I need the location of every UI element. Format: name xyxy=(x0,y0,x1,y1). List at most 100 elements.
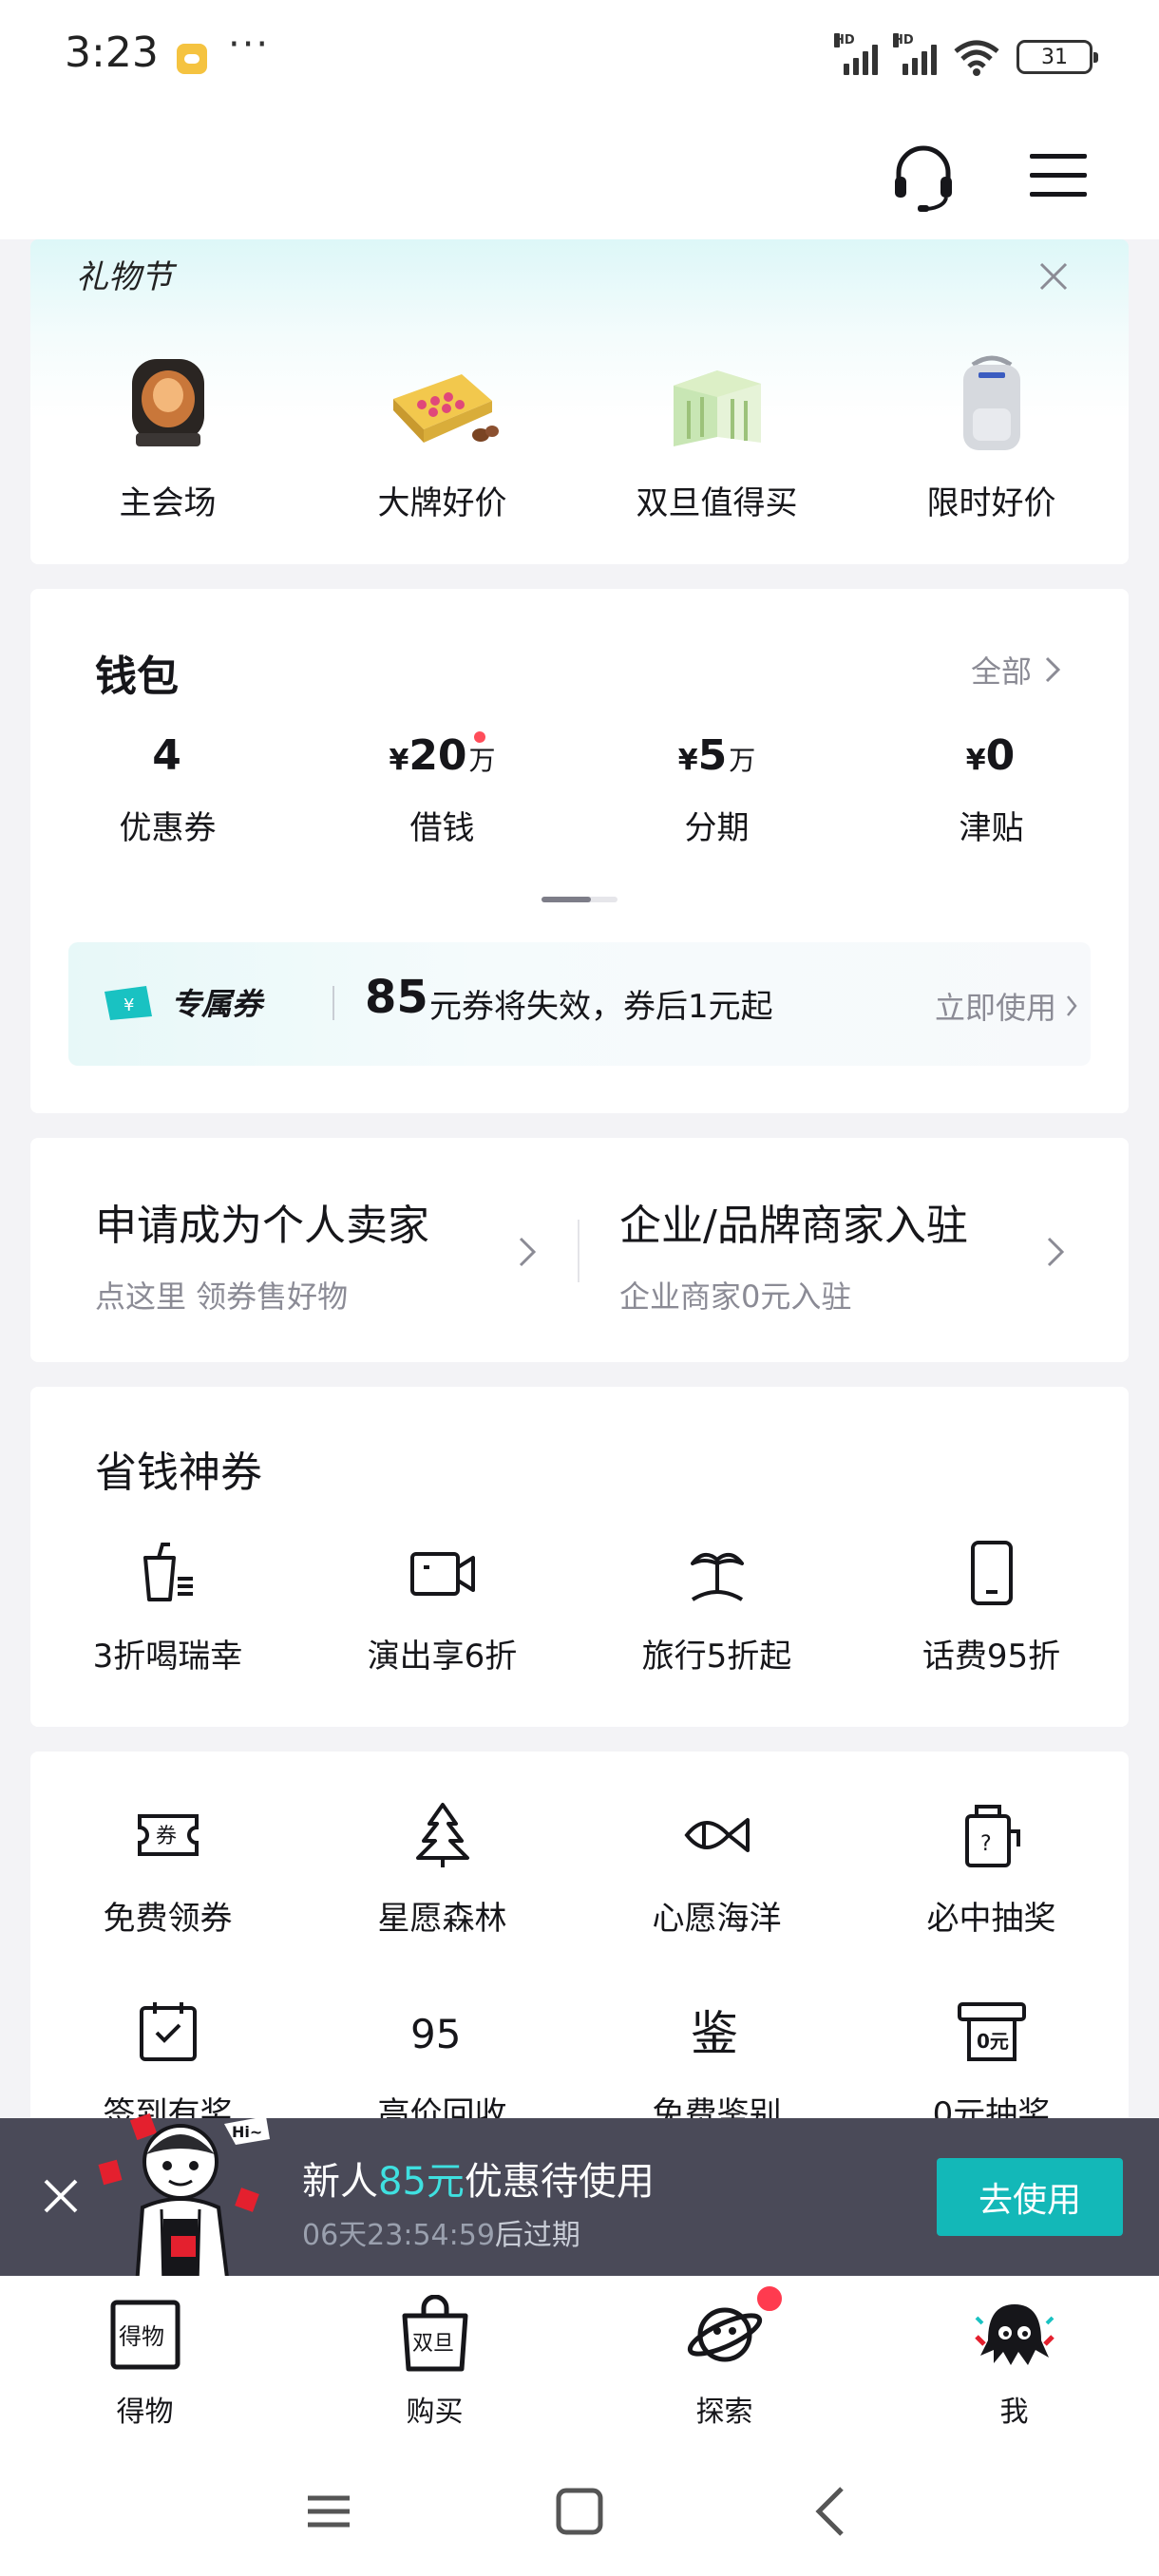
feature-item-recycle[interactable]: 95 高价回收 xyxy=(305,1995,580,2134)
recents-icon[interactable] xyxy=(300,2483,357,2540)
planet-icon xyxy=(687,2307,762,2362)
close-icon[interactable] xyxy=(42,2177,80,2215)
close-icon[interactable] xyxy=(1037,260,1070,293)
fish-icon xyxy=(683,1818,750,1852)
wallet-all-label: 全部 xyxy=(970,653,1032,690)
promo-title: 新人85元优惠待使用 xyxy=(302,2160,655,2204)
octopus-avatar-icon xyxy=(974,2304,1054,2365)
feature-item-appraise[interactable]: 鉴 免费鉴别 xyxy=(580,1995,854,2134)
system-nav-bar xyxy=(0,2449,1159,2576)
exclusive-coupon-bar[interactable]: ¥ 专属券 85 元券将失效，券后1元起 立即使用 xyxy=(68,942,1091,1066)
coupon-text: 元券将失效，券后1元起 xyxy=(429,988,773,1026)
menu-icon[interactable] xyxy=(1030,152,1087,199)
palm-tree-icon xyxy=(690,1552,744,1601)
tab-buy[interactable]: 双旦 购买 xyxy=(290,2276,580,2449)
wallet-stat-allowance[interactable]: ¥0 津贴 xyxy=(854,731,1129,848)
saver-label: 3折喝瑞幸 xyxy=(92,1638,243,1676)
saver-item-phone[interactable]: 话费95折 xyxy=(854,1537,1129,1676)
home-icon[interactable] xyxy=(551,2483,608,2540)
svg-text:得物: 得物 xyxy=(119,2323,164,2350)
wallet-stat-installment[interactable]: ¥5 万 分期 xyxy=(580,731,854,848)
video-camera-icon xyxy=(409,1552,475,1596)
promo-countdown: 06天23:54:59后过期 xyxy=(302,2219,580,2252)
stat-value: 0 xyxy=(985,731,1016,780)
feature-label: 心愿海洋 xyxy=(652,1900,782,1938)
festival-item-label: 大牌好价 xyxy=(377,484,507,522)
notification-dot xyxy=(754,2283,785,2314)
festival-title: 礼物节 xyxy=(76,258,173,296)
ticket-icon: 券 xyxy=(137,1814,199,1856)
tab-label: 购买 xyxy=(406,2396,464,2429)
seller-subtitle: 企业商家0元入驻 xyxy=(619,1279,852,1315)
wifi-icon xyxy=(954,40,999,76)
tab-label: 探索 xyxy=(695,2396,753,2429)
calendar-check-icon xyxy=(139,2002,197,2061)
chevron-right-icon xyxy=(1045,656,1060,683)
stat-value: 20 xyxy=(408,731,467,780)
mystery-box-icon: ? xyxy=(964,1805,1020,1867)
festival-item-brands[interactable]: 大牌好价 xyxy=(305,351,580,523)
feature-item-free-draw[interactable]: 0元 0元抽奖 xyxy=(854,1995,1129,2134)
feature-item-free-coupon[interactable]: 券 免费领券 xyxy=(30,1799,305,1939)
svg-text:?: ? xyxy=(980,1832,992,1856)
feature-item-lucky-draw[interactable]: ? 必中抽奖 xyxy=(854,1799,1129,1939)
tab-label: 我 xyxy=(999,2396,1029,2429)
saver-item-coffee[interactable]: 3折喝瑞幸 xyxy=(30,1537,305,1676)
seller-subtitle: 点这里 领券售好物 xyxy=(95,1279,349,1315)
festival-item-label: 限时好价 xyxy=(926,484,1056,522)
chevron-right-icon xyxy=(1047,1237,1064,1267)
backpack-icon xyxy=(962,355,1020,450)
recycle-95-icon: 95 xyxy=(410,2011,461,2057)
wallet-stat-coupons[interactable]: 4 优惠券 xyxy=(30,731,305,848)
stat-value: 4 xyxy=(152,731,181,780)
bottom-tab-bar: 得物 得物 双旦 购买 探索 我 xyxy=(0,2276,1159,2449)
divider xyxy=(332,986,334,1020)
stat-label: 津贴 xyxy=(959,809,1024,847)
tab-dewu[interactable]: 得物 得物 xyxy=(0,2276,290,2449)
svg-text:鉴: 鉴 xyxy=(691,2006,738,2061)
tab-label: 得物 xyxy=(116,2396,174,2429)
stat-label: 优惠券 xyxy=(119,809,217,847)
signal-icon: HD xyxy=(834,33,878,75)
festival-item-main[interactable]: 主会场 xyxy=(30,351,305,523)
tab-explore[interactable]: 探索 xyxy=(580,2276,869,2449)
svg-text:券: 券 xyxy=(156,1825,177,1848)
personal-seller-entry[interactable]: 申请成为个人卖家 点这里 领券售好物 xyxy=(95,1191,429,1316)
use-now-link[interactable]: 立即使用 xyxy=(935,984,1077,1028)
status-time: 3:23 xyxy=(65,28,159,77)
features-card: 券 免费领券 星愿森林 心愿海洋 ? 必中抽奖 签到有奖 95 高价回收 鉴 免… xyxy=(30,1752,1129,2150)
saver-item-travel[interactable]: 旅行5折起 xyxy=(580,1537,854,1676)
zero-yuan-icon: 0元 xyxy=(957,2002,1026,2061)
status-more: ··· xyxy=(228,23,271,66)
saver-label: 旅行5折起 xyxy=(641,1638,792,1676)
new-user-promo-banner[interactable]: Hi~ 新人85元优惠待使用 06天23:54:59后过期 去使用 xyxy=(0,2112,1159,2285)
festival-item-holiday[interactable]: 双旦值得买 xyxy=(580,351,854,523)
savings-coupons-card: 省钱神券 3折喝瑞幸 演出享6折 旅行5折起 话费95折 xyxy=(30,1387,1129,1727)
phone-icon xyxy=(970,1541,1013,1605)
battery-icon: 31 xyxy=(1016,40,1098,74)
wallet-stat-loan[interactable]: ¥20 万 借钱 xyxy=(305,731,580,848)
headset-icon[interactable] xyxy=(889,142,958,215)
saver-item-show[interactable]: 演出享6折 xyxy=(305,1537,580,1676)
wallet-all-link[interactable]: 全部 xyxy=(971,648,1060,691)
wallet-title: 钱包 xyxy=(95,653,179,701)
business-seller-entry[interactable]: 企业/品牌商家入驻 企业商家0元入驻 xyxy=(619,1191,968,1316)
use-coupon-button[interactable]: 去使用 xyxy=(937,2158,1123,2236)
message-app-icon xyxy=(177,44,207,74)
feature-item-wish-forest[interactable]: 星愿森林 xyxy=(305,1799,580,1939)
stat-label: 分期 xyxy=(684,809,750,847)
seller-title: 企业/品牌商家入驻 xyxy=(619,1202,968,1250)
festival-item-deals[interactable]: 限时好价 xyxy=(854,351,1129,523)
festival-item-label: 主会场 xyxy=(119,484,217,522)
feature-label: 星愿森林 xyxy=(377,1900,507,1938)
seller-card: 申请成为个人卖家 点这里 领券售好物 企业/品牌商家入驻 企业商家0元入驻 xyxy=(30,1138,1129,1362)
chevron-right-icon xyxy=(1067,995,1077,1016)
svg-text:95: 95 xyxy=(410,2011,461,2057)
stat-label: 借钱 xyxy=(409,809,475,847)
saver-label: 话费95折 xyxy=(922,1638,1061,1676)
feature-item-wish-ocean[interactable]: 心愿海洋 xyxy=(580,1799,854,1939)
tab-me[interactable]: 我 xyxy=(869,2276,1159,2449)
top-bar xyxy=(0,123,1159,239)
back-icon[interactable] xyxy=(804,2483,861,2540)
appraise-icon: 鉴 xyxy=(691,2006,738,2061)
